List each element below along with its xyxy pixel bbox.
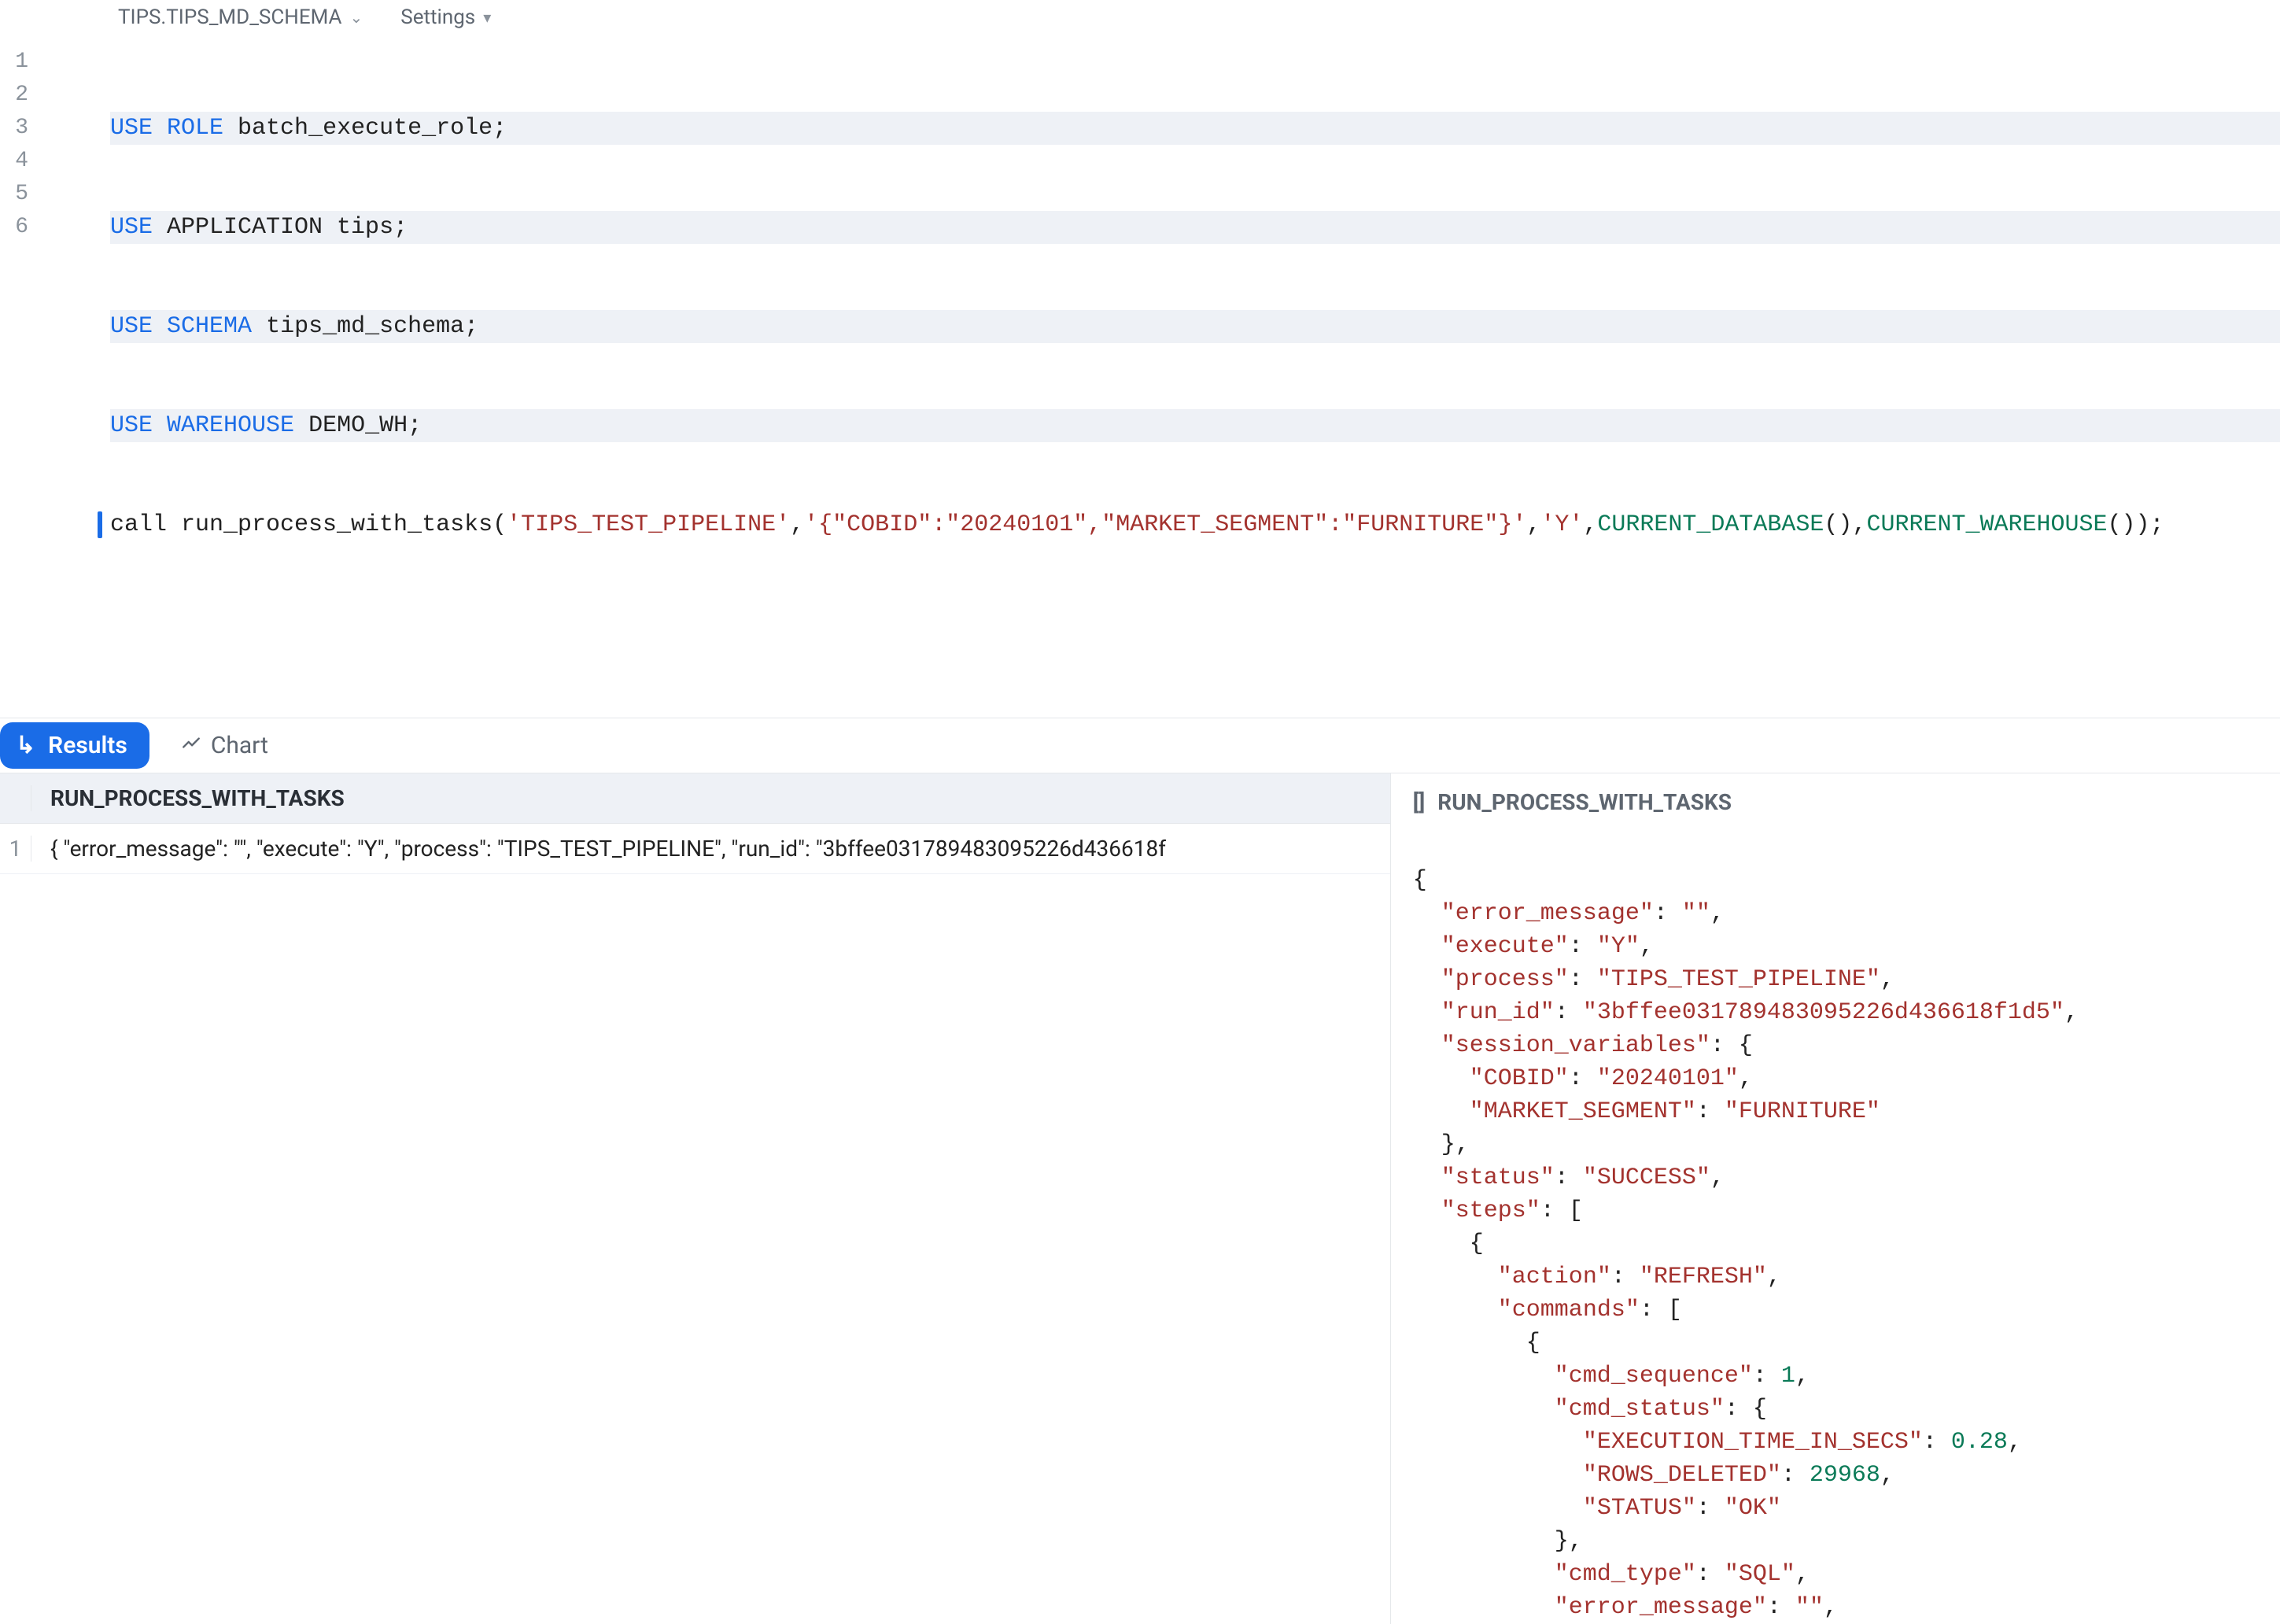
- code-line[interactable]: USE ROLE batch_execute_role;: [110, 112, 2280, 145]
- detail-title: RUN_PROCESS_WITH_TASKS: [1437, 789, 1732, 815]
- code-line[interactable]: USE APPLICATION tips;: [110, 211, 2280, 244]
- tab-results-label: Results: [48, 732, 127, 759]
- result-tabs: ↳ Results Chart: [0, 718, 2280, 773]
- context-bar: TIPS.TIPS_MD_SCHEMA ⌄ Settings ▾: [0, 0, 2280, 35]
- column-header[interactable]: RUN_PROCESS_WITH_TASKS: [31, 785, 345, 811]
- chart-line-icon: [181, 733, 201, 758]
- detail-panel: [] RUN_PROCESS_WITH_TASKS { "error_messa…: [1391, 773, 2280, 1624]
- results-grid: RUN_PROCESS_WITH_TASKS 1 { "error_messag…: [0, 773, 1391, 1624]
- json-viewer[interactable]: { "error_message": "", "execute": "Y", "…: [1413, 831, 2280, 1624]
- line-gutter: 1 2 3 4 5 6: [0, 35, 39, 718]
- rownum-header: [0, 785, 31, 811]
- code-line[interactable]: call run_process_with_tasks('TIPS_TEST_P…: [110, 508, 2280, 541]
- cell-value: { "error_message": "", "execute": "Y", "…: [31, 836, 1166, 862]
- tab-chart-label: Chart: [211, 732, 268, 759]
- settings-selector[interactable]: Settings ▾: [400, 6, 491, 29]
- caret-down-icon: ▾: [483, 8, 491, 27]
- schema-label: TIPS.TIPS_MD_SCHEMA: [118, 6, 342, 29]
- code-line[interactable]: USE WAREHOUSE DEMO_WH;: [110, 409, 2280, 442]
- grid-header-row: RUN_PROCESS_WITH_TASKS: [0, 773, 1390, 824]
- tab-chart[interactable]: Chart: [181, 732, 268, 759]
- tab-results[interactable]: ↳ Results: [0, 722, 149, 769]
- array-bracket-icon: []: [1413, 789, 1426, 815]
- rownum-cell: 1: [0, 836, 31, 862]
- return-arrow-icon: ↳: [16, 734, 35, 758]
- chevron-down-icon: ⌄: [350, 8, 363, 27]
- settings-label: Settings: [400, 6, 475, 29]
- table-row[interactable]: 1 { "error_message": "", "execute": "Y",…: [0, 824, 1390, 874]
- schema-selector[interactable]: TIPS.TIPS_MD_SCHEMA ⌄: [118, 6, 363, 29]
- code-line[interactable]: USE SCHEMA tips_md_schema;: [110, 310, 2280, 343]
- sql-editor[interactable]: 1 2 3 4 5 6 USE ROLE batch_execute_role;…: [0, 35, 2280, 718]
- code-area[interactable]: USE ROLE batch_execute_role; USE APPLICA…: [39, 35, 2280, 718]
- code-line[interactable]: [110, 607, 2280, 640]
